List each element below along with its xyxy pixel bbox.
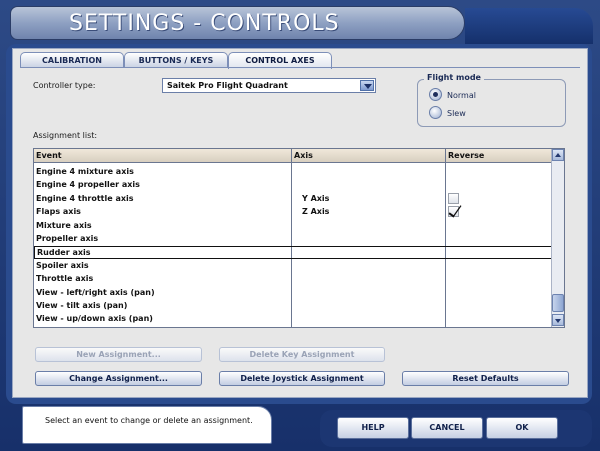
event-cell: Flaps axis — [36, 207, 81, 217]
cancel-button[interactable]: CANCEL — [411, 417, 483, 439]
event-cell: Rudder axis — [37, 248, 91, 258]
change-assignment-button[interactable]: Change Assignment... — [35, 371, 202, 386]
axis-cell: Z Axis — [302, 207, 330, 217]
status-text: Select an event to change or delete an a… — [45, 416, 253, 425]
table-row[interactable]: Spoiler axis — [34, 260, 552, 273]
scroll-up-icon[interactable] — [552, 149, 564, 161]
assignment-list[interactable]: Event Axis Reverse Engine 4 mixture axis… — [33, 148, 565, 328]
help-button[interactable]: HELP — [337, 417, 409, 439]
scroll-down-icon[interactable] — [552, 314, 564, 326]
event-cell: Engine 4 propeller axis — [36, 180, 140, 190]
flight-mode-group — [417, 79, 566, 127]
table-row[interactable]: Throttle axis — [34, 273, 552, 286]
delete-joystick-assignment-button[interactable]: Delete Joystick Assignment — [219, 371, 385, 386]
event-cell: Mixture axis — [36, 220, 92, 230]
event-cell: Throttle axis — [36, 274, 94, 284]
tab-divider — [20, 67, 580, 68]
table-row[interactable]: Flaps axis Z Axis — [34, 206, 552, 219]
event-cell: Engine 4 throttle axis — [36, 193, 134, 203]
settings-window: SETTINGS - CONTROLS CALIBRATION BUTTONS … — [0, 0, 600, 451]
table-row[interactable]: View - left/right axis (pan) — [34, 287, 552, 300]
table-row[interactable]: Mixture axis — [34, 220, 552, 233]
title-bar: SETTINGS - CONTROLS — [10, 6, 465, 40]
scroll-thumb[interactable] — [552, 294, 564, 312]
axis-cell: Y Axis — [302, 193, 330, 203]
event-cell: Propeller axis — [36, 234, 99, 243]
column-header-axis[interactable]: Axis — [292, 149, 446, 163]
reverse-checkbox[interactable] — [448, 206, 459, 218]
list-scrollbar[interactable] — [551, 149, 564, 327]
controller-type-dropdown[interactable]: Saitek Pro Flight Quadrant — [162, 78, 376, 93]
ok-button[interactable]: OK — [486, 417, 558, 439]
assignment-list-label: Assignment list: — [33, 131, 98, 140]
event-cell: View - up/down axis (pan) — [36, 314, 153, 324]
delete-key-assignment-button[interactable]: Delete Key Assignment — [219, 347, 385, 362]
radio-normal[interactable] — [429, 88, 442, 101]
controller-type-value: Saitek Pro Flight Quadrant — [167, 81, 288, 90]
event-cell: Spoiler axis — [36, 260, 89, 270]
table-row[interactable]: Propeller axis — [34, 233, 552, 246]
event-cell: View - left/right axis (pan) — [36, 287, 155, 297]
flight-mode-title: Flight mode — [424, 73, 484, 82]
column-header-reverse[interactable]: Reverse — [446, 149, 552, 163]
status-bar: Select an event to change or delete an a… — [22, 406, 272, 444]
tab-buttons-keys[interactable]: BUTTONS / KEYS — [124, 52, 228, 68]
reset-defaults-button[interactable]: Reset Defaults — [402, 371, 569, 386]
event-cell: View - tilt axis (pan) — [36, 301, 128, 310]
controller-type-label: Controller type: — [33, 81, 96, 90]
event-cell: Engine 4 mixture axis — [36, 167, 134, 176]
table-row[interactable]: Engine 4 mixture axis — [34, 166, 552, 179]
window-title: SETTINGS - CONTROLS — [69, 11, 340, 36]
radio-slew-label[interactable]: Slew — [447, 109, 466, 118]
table-row[interactable]: View - tilt axis (pan) — [34, 300, 552, 313]
table-row[interactable]: View - up/down axis (pan) — [34, 313, 552, 326]
column-header-event[interactable]: Event — [34, 149, 292, 163]
tab-calibration[interactable]: CALIBRATION — [20, 52, 124, 68]
table-row[interactable]: Engine 4 propeller axis — [34, 179, 552, 192]
radio-slew[interactable] — [429, 106, 442, 119]
chevron-down-icon[interactable] — [360, 80, 374, 91]
radio-normal-label[interactable]: Normal — [447, 91, 476, 100]
new-assignment-button[interactable]: New Assignment... — [35, 347, 202, 362]
title-decoration — [465, 8, 593, 44]
table-row[interactable]: Rudder axis — [34, 246, 552, 260]
table-row[interactable]: Engine 4 throttle axis Y Axis — [34, 192, 552, 206]
